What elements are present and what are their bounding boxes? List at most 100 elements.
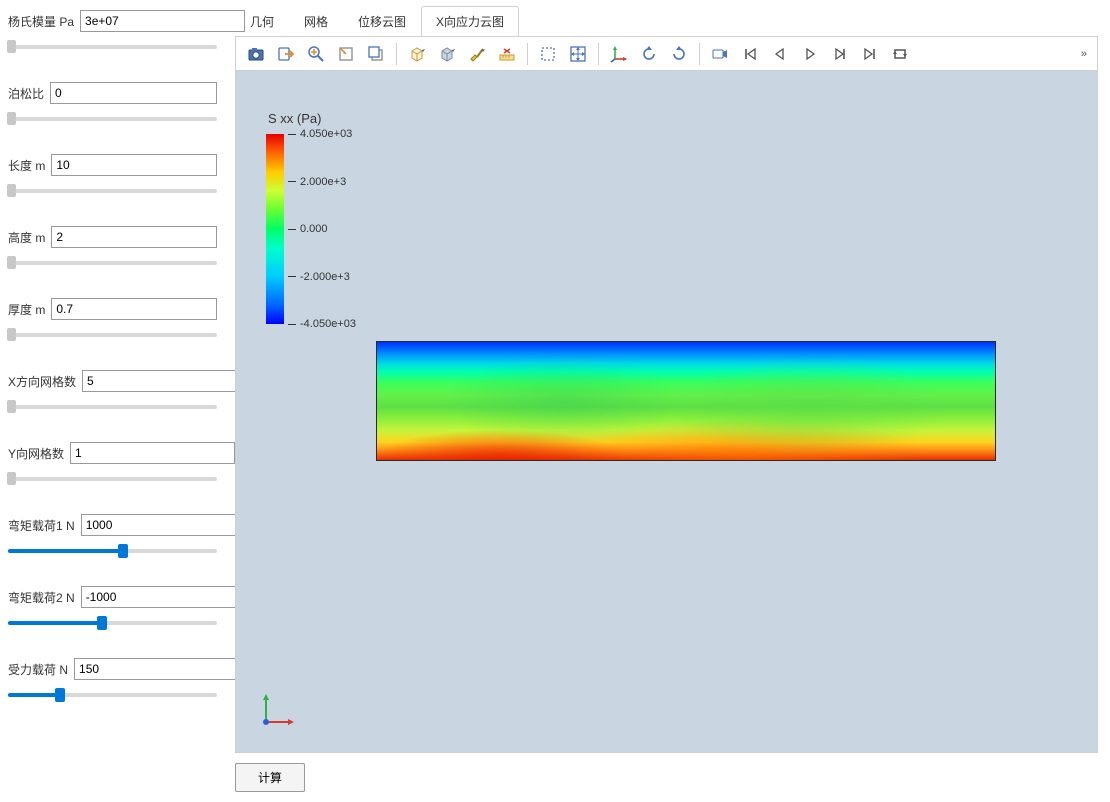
axis-gizmo bbox=[258, 690, 298, 730]
brush-icon[interactable] bbox=[463, 41, 491, 67]
param-row: 弯矩载荷1 N bbox=[8, 514, 217, 536]
skip-last-icon[interactable] bbox=[856, 41, 884, 67]
param-group: 长度 m bbox=[8, 154, 217, 198]
main-panel: 几何网格位移云图X向应力云图 » S xx (Pa) 4.050e+03 2.00… bbox=[225, 0, 1110, 802]
param-slider[interactable] bbox=[8, 110, 217, 126]
param-input[interactable] bbox=[70, 442, 235, 464]
param-row: 高度 m bbox=[8, 226, 217, 248]
param-label: 受力载荷 N bbox=[8, 661, 68, 678]
compute-button[interactable]: 计算 bbox=[235, 763, 305, 792]
param-label: 厚度 m bbox=[8, 301, 45, 318]
param-label: 长度 m bbox=[8, 157, 45, 174]
compute-row: 计算 bbox=[235, 753, 1098, 792]
param-input[interactable] bbox=[81, 514, 246, 536]
param-row: 受力载荷 N bbox=[8, 658, 217, 680]
legend-title: S xx (Pa) bbox=[268, 111, 368, 126]
export-icon[interactable] bbox=[272, 41, 300, 67]
toolbar-separator bbox=[527, 43, 528, 65]
tab[interactable]: 位移云图 bbox=[343, 6, 421, 36]
loop-icon[interactable] bbox=[886, 41, 914, 67]
camera-icon[interactable] bbox=[242, 41, 270, 67]
param-row: 杨氏模量 Pa bbox=[8, 10, 217, 32]
axes-icon[interactable] bbox=[605, 41, 633, 67]
param-row: 弯矩载荷2 N bbox=[8, 586, 217, 608]
cube-outline-icon[interactable] bbox=[403, 41, 431, 67]
param-slider[interactable] bbox=[8, 470, 217, 486]
toolbar-separator bbox=[396, 43, 397, 65]
legend-tick: -4.050e+03 bbox=[288, 318, 356, 330]
record-icon[interactable] bbox=[706, 41, 734, 67]
param-label: 弯矩载荷2 N bbox=[8, 589, 75, 606]
toolbar-separator bbox=[699, 43, 700, 65]
param-slider[interactable] bbox=[8, 686, 217, 702]
play-icon[interactable] bbox=[796, 41, 824, 67]
app-root: 杨氏模量 Pa 泊松比 长度 m 高度 m bbox=[0, 0, 1110, 802]
param-slider[interactable] bbox=[8, 182, 217, 198]
rotate-cw-icon[interactable] bbox=[665, 41, 693, 67]
param-slider[interactable] bbox=[8, 254, 217, 270]
param-input[interactable] bbox=[80, 10, 245, 32]
legend-tick: 2.000e+3 bbox=[288, 176, 346, 188]
select-box-icon[interactable] bbox=[332, 41, 360, 67]
param-slider[interactable] bbox=[8, 326, 217, 342]
skip-first-icon[interactable] bbox=[736, 41, 764, 67]
param-input[interactable] bbox=[51, 226, 217, 248]
param-slider[interactable] bbox=[8, 542, 217, 558]
legend-colorbar bbox=[266, 134, 284, 324]
param-row: 厚度 m bbox=[8, 298, 217, 320]
color-legend: S xx (Pa) 4.050e+03 2.000e+3 0.000 -2.000e+… bbox=[266, 111, 368, 324]
step-forward-icon[interactable] bbox=[826, 41, 854, 67]
legend-ticks: 4.050e+032.000e+30.000-2.000e+3-4.050e+0… bbox=[288, 134, 368, 324]
param-row: 长度 m bbox=[8, 154, 217, 176]
param-row: X方向网格数 bbox=[8, 370, 217, 392]
param-input[interactable] bbox=[74, 658, 239, 680]
toolbar-separator bbox=[598, 43, 599, 65]
cube-solid-icon[interactable] bbox=[433, 41, 461, 67]
ruler-icon[interactable] bbox=[493, 41, 521, 67]
param-label: 弯矩载荷1 N bbox=[8, 517, 75, 534]
tab[interactable]: X向应力云图 bbox=[421, 6, 519, 36]
param-group: X方向网格数 bbox=[8, 370, 217, 414]
param-input[interactable] bbox=[51, 154, 217, 176]
select-front-icon[interactable] bbox=[362, 41, 390, 67]
param-row: Y向网格数 bbox=[8, 442, 217, 464]
toolbar-overflow[interactable]: » bbox=[1077, 48, 1091, 60]
param-input[interactable] bbox=[81, 586, 246, 608]
tab-bar: 几何网格位移云图X向应力云图 bbox=[235, 6, 1098, 37]
legend-tick: 4.050e+03 bbox=[288, 128, 352, 140]
tab[interactable]: 网格 bbox=[289, 6, 343, 36]
stress-contour-plot bbox=[376, 341, 996, 461]
param-slider[interactable] bbox=[8, 614, 217, 630]
param-group: 高度 m bbox=[8, 226, 217, 270]
stress-overlay bbox=[377, 342, 995, 460]
legend-body: 4.050e+032.000e+30.000-2.000e+3-4.050e+0… bbox=[266, 134, 368, 324]
dashed-select-icon[interactable] bbox=[534, 41, 562, 67]
param-group: 受力载荷 N bbox=[8, 658, 217, 702]
viewer-toolbar: » bbox=[236, 37, 1097, 71]
param-group: 弯矩载荷2 N bbox=[8, 586, 217, 630]
param-input[interactable] bbox=[82, 370, 247, 392]
param-group: 厚度 m bbox=[8, 298, 217, 342]
tab[interactable]: 几何 bbox=[235, 6, 289, 36]
param-slider[interactable] bbox=[8, 38, 217, 54]
param-label: X方向网格数 bbox=[8, 373, 76, 390]
zoom-icon[interactable] bbox=[302, 41, 330, 67]
param-slider[interactable] bbox=[8, 398, 217, 414]
step-back-icon[interactable] bbox=[766, 41, 794, 67]
viewer-panel: » S xx (Pa) 4.050e+03 2.000e+3 0.000 -2.000… bbox=[235, 36, 1098, 753]
param-group: Y向网格数 bbox=[8, 442, 217, 486]
param-input[interactable] bbox=[51, 298, 217, 320]
param-label: Y向网格数 bbox=[8, 445, 64, 462]
param-group: 杨氏模量 Pa bbox=[8, 10, 217, 54]
legend-tick: -2.000e+3 bbox=[288, 271, 350, 283]
viewer-canvas[interactable]: S xx (Pa) 4.050e+03 2.000e+3 0.000 -2.000e+… bbox=[236, 71, 1097, 752]
sidebar: 杨氏模量 Pa 泊松比 长度 m 高度 m bbox=[0, 0, 225, 802]
param-row: 泊松比 bbox=[8, 82, 217, 104]
param-label: 杨氏模量 Pa bbox=[8, 13, 74, 30]
param-label: 泊松比 bbox=[8, 85, 44, 102]
legend-tick: 0.000 bbox=[288, 223, 328, 235]
fit-extents-icon[interactable] bbox=[564, 41, 592, 67]
param-label: 高度 m bbox=[8, 229, 45, 246]
rotate-ccw-icon[interactable] bbox=[635, 41, 663, 67]
param-input[interactable] bbox=[50, 82, 217, 104]
